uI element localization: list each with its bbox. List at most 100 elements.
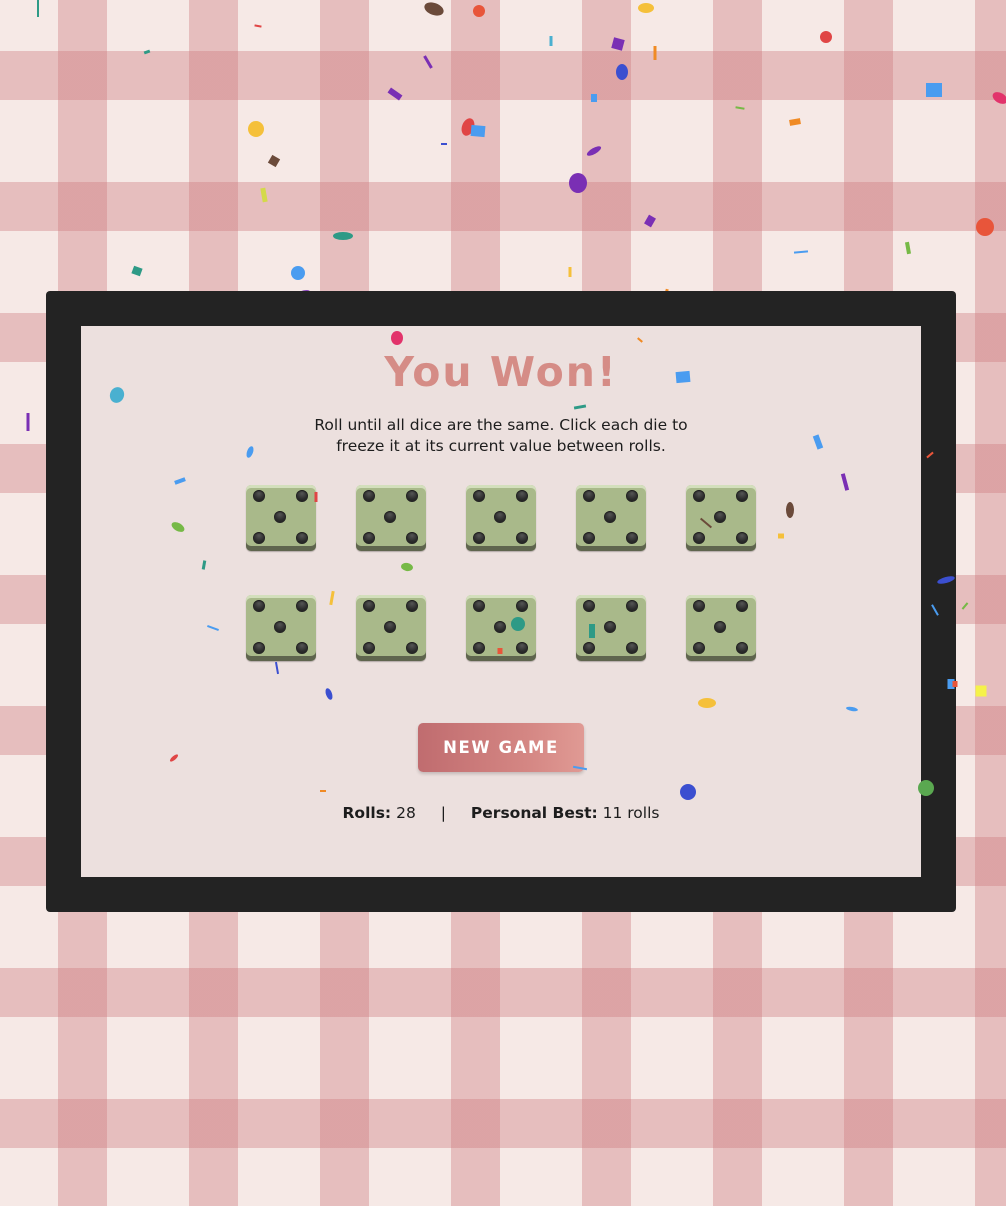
confetti-piece: [461, 118, 475, 136]
die-9[interactable]: [576, 595, 646, 661]
pip: [384, 621, 396, 633]
pip: [296, 490, 308, 502]
pip: [583, 642, 595, 654]
stats-separator: |: [440, 804, 446, 822]
die-7[interactable]: [356, 595, 426, 661]
confetti-piece: [904, 241, 912, 255]
confetti-piece: [291, 266, 305, 280]
pip: [363, 532, 375, 544]
game-board: You Won! Roll until all dice are the sam…: [81, 326, 921, 877]
pip: [604, 511, 616, 523]
confetti-piece: [470, 124, 486, 138]
confetti-piece: [653, 46, 657, 60]
pip: [736, 600, 748, 612]
pip: [736, 642, 748, 654]
pip: [406, 490, 418, 502]
pip: [406, 600, 418, 612]
pip: [363, 642, 375, 654]
confetti-piece: [611, 37, 625, 51]
die-1[interactable]: [246, 485, 316, 551]
best-value: 11 rolls: [602, 804, 660, 822]
pip: [583, 490, 595, 502]
pip: [253, 642, 265, 654]
pip: [516, 600, 528, 612]
pip: [473, 600, 485, 612]
pip: [736, 490, 748, 502]
pip: [253, 600, 265, 612]
pip: [274, 511, 286, 523]
confetti-piece: [591, 94, 597, 102]
confetti-piece: [473, 5, 485, 17]
die-6[interactable]: [246, 595, 316, 661]
pip: [626, 600, 638, 612]
pip: [604, 621, 616, 633]
confetti-piece: [267, 154, 281, 168]
confetti-piece: [793, 250, 809, 254]
confetti-piece: [975, 685, 987, 697]
pip: [693, 532, 705, 544]
confetti-piece: [248, 121, 264, 137]
pip: [626, 532, 638, 544]
stats-bar: Rolls: 28 | Personal Best: 11 rolls: [81, 804, 921, 822]
pip: [583, 532, 595, 544]
pip: [363, 600, 375, 612]
die-8[interactable]: [466, 595, 536, 661]
confetti-piece: [254, 24, 262, 28]
pip: [296, 600, 308, 612]
pip: [714, 511, 726, 523]
confetti-piece: [616, 64, 628, 80]
confetti-piece: [441, 143, 447, 145]
pip: [274, 621, 286, 633]
confetti-piece: [37, 0, 39, 17]
new-game-button[interactable]: NEW GAME: [418, 723, 584, 772]
confetti-piece: [143, 49, 151, 55]
pip: [693, 642, 705, 654]
pip: [693, 490, 705, 502]
pip: [516, 642, 528, 654]
rolls-value: 28: [396, 804, 416, 822]
best-label: Personal Best:: [470, 804, 598, 822]
die-5[interactable]: [686, 485, 756, 551]
die-2[interactable]: [356, 485, 426, 551]
pip: [516, 490, 528, 502]
pip: [494, 621, 506, 633]
die-10[interactable]: [686, 595, 756, 661]
die-4[interactable]: [576, 485, 646, 551]
confetti-piece: [789, 118, 801, 126]
pip: [714, 621, 726, 633]
confetti-piece: [549, 36, 553, 46]
pip: [494, 511, 506, 523]
confetti-piece: [976, 218, 994, 236]
confetti-piece: [820, 31, 832, 43]
confetti-piece: [926, 83, 942, 97]
pip: [406, 642, 418, 654]
pip: [253, 490, 265, 502]
confetti-piece: [131, 265, 143, 277]
pip: [693, 600, 705, 612]
pip: [626, 642, 638, 654]
confetti-piece: [961, 602, 969, 610]
confetti-piece: [568, 267, 572, 277]
pip: [253, 532, 265, 544]
pip: [736, 532, 748, 544]
confetti-piece: [260, 187, 268, 203]
confetti-piece: [586, 146, 602, 156]
confetti-piece: [424, 2, 444, 16]
confetti-piece: [735, 106, 745, 110]
confetti-piece: [387, 87, 403, 101]
pip: [296, 532, 308, 544]
pip: [406, 532, 418, 544]
confetti-piece: [992, 92, 1006, 104]
instructions-text: Roll until all dice are the same. Click …: [314, 416, 688, 455]
die-3[interactable]: [466, 485, 536, 551]
pip: [473, 642, 485, 654]
confetti-piece: [569, 173, 587, 193]
pip: [583, 600, 595, 612]
pip: [296, 642, 308, 654]
pip: [384, 511, 396, 523]
confetti-piece: [644, 214, 656, 228]
win-title: You Won!: [384, 348, 618, 396]
game-frame: You Won! Roll until all dice are the sam…: [46, 291, 956, 912]
confetti-piece: [638, 3, 654, 13]
pip: [516, 532, 528, 544]
